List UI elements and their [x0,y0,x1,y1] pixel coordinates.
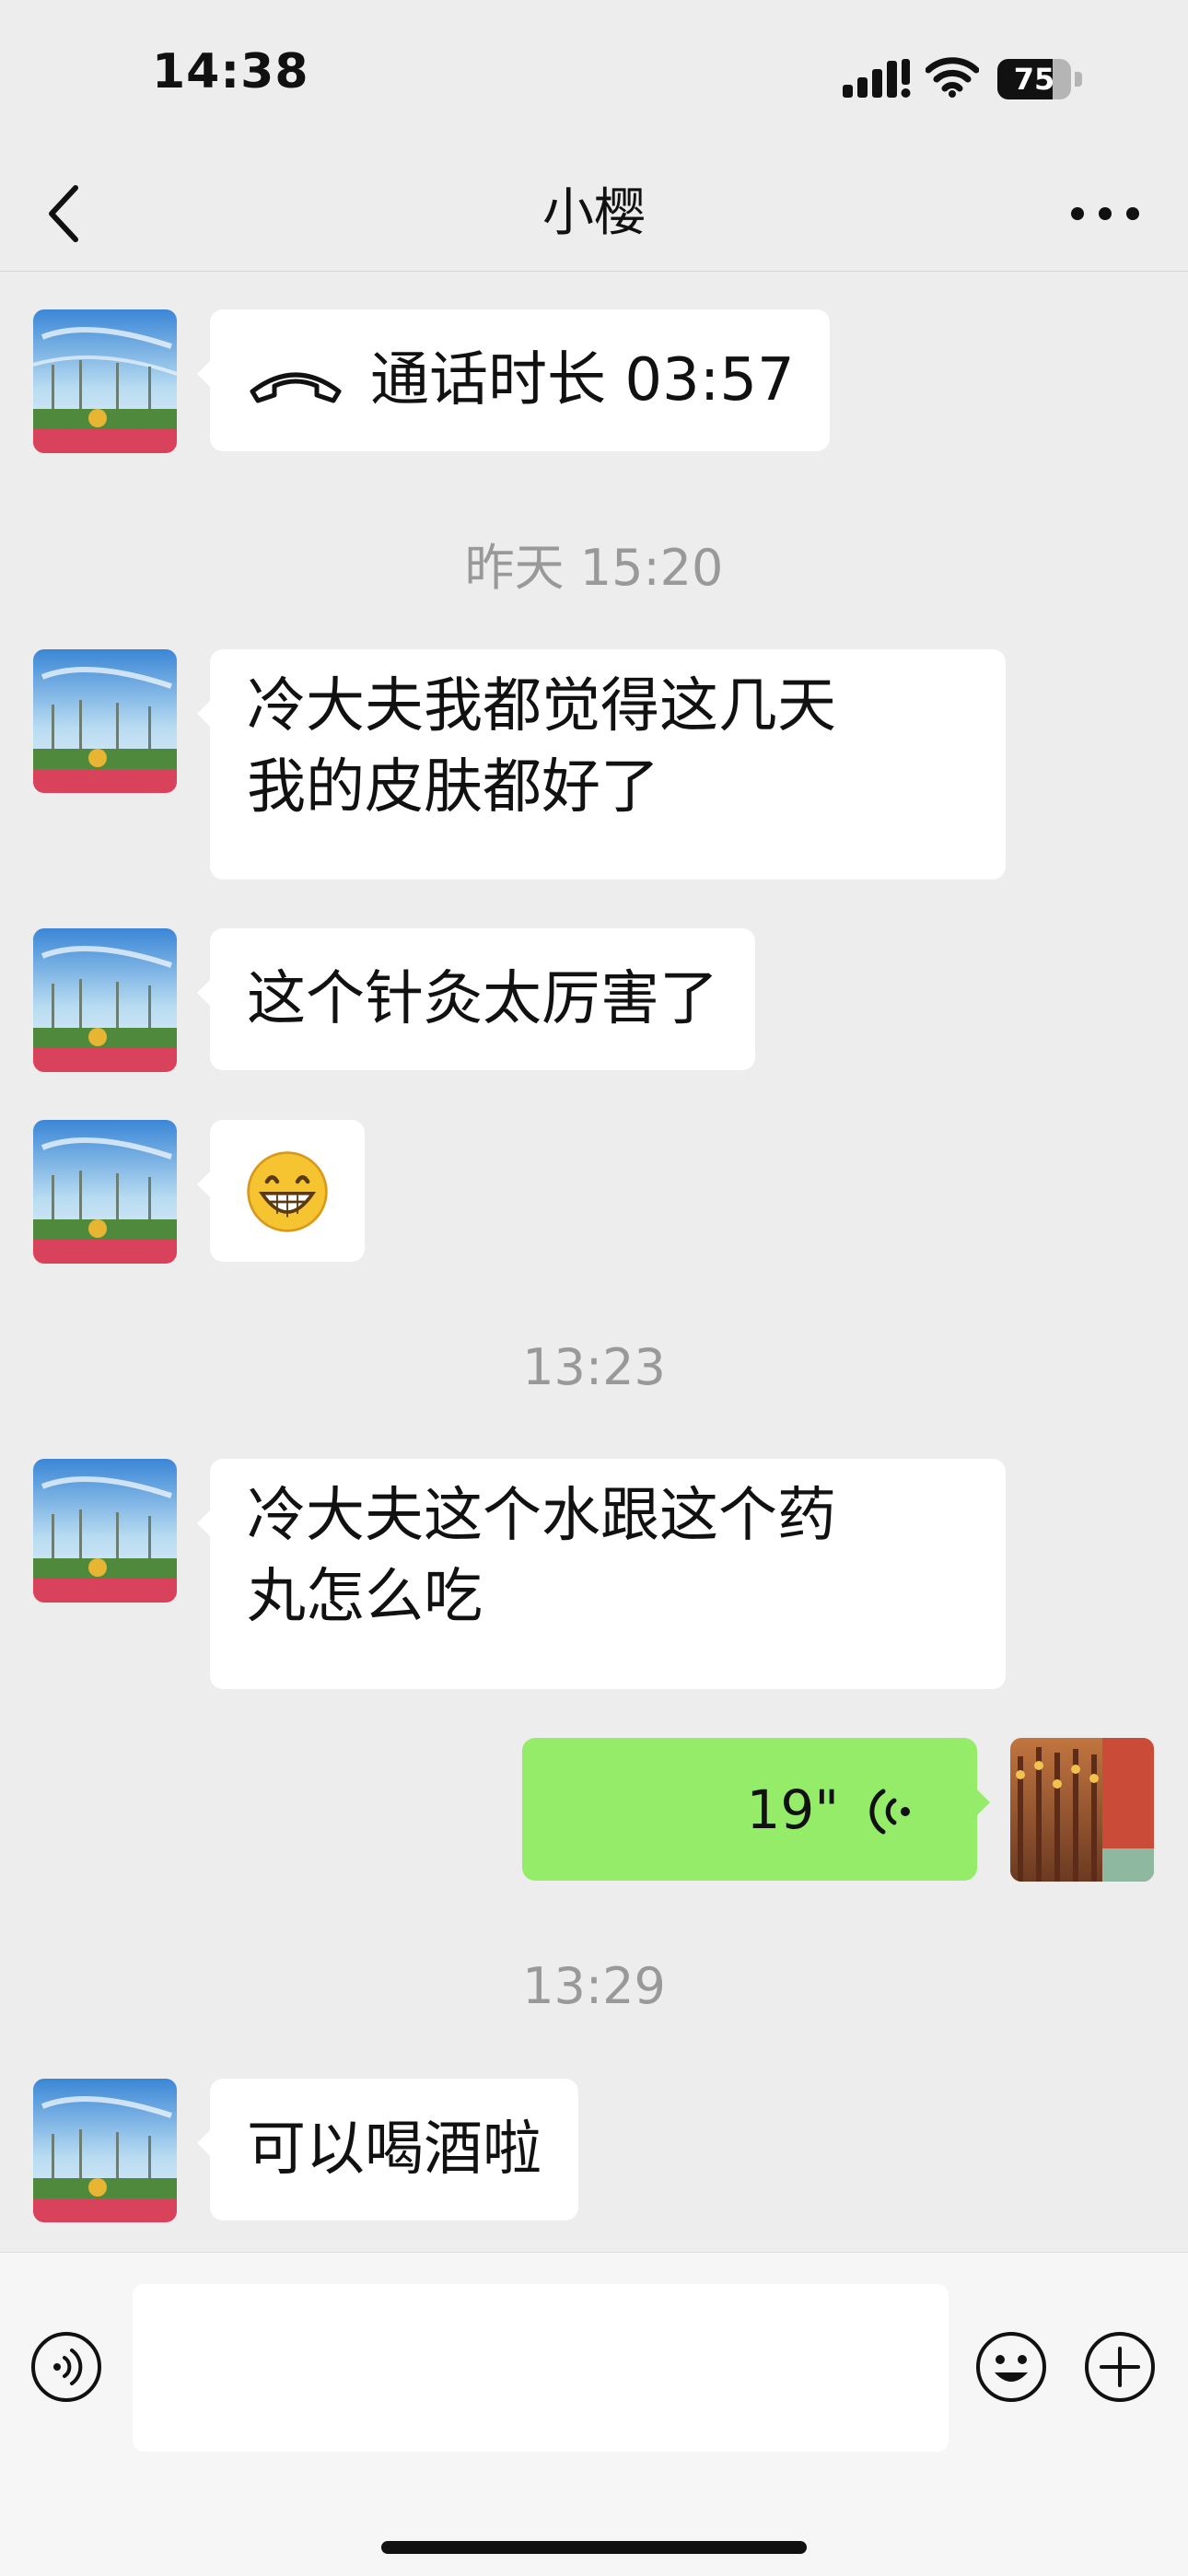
contact-avatar[interactable] [33,1459,177,1603]
wifi-icon [926,57,979,98]
message-text-line: 丸怎么吃 [247,1563,483,1631]
message-bubble[interactable]: 可以喝酒啦 [197,2079,578,2220]
message-bubble[interactable]: 这个针灸太厉害了 [197,928,755,1070]
message-text-line: 冷大夫我都觉得这几天 [247,672,836,740]
emoji-message-bubble[interactable] [197,1120,365,1262]
message-bubble[interactable]: 冷大夫我都觉得这几天 我的皮肤都好了 [197,649,1006,880]
message-text-line: 我的皮肤都好了 [247,753,659,822]
contact-avatar[interactable] [33,1120,177,1264]
message-text: 这个针灸太厉害了 [247,965,718,1033]
message-text: 可以喝酒啦 [247,2116,542,2184]
battery-level: 75 [1013,62,1055,97]
contact-avatar[interactable] [33,2079,177,2222]
plus-icon[interactable] [1083,2330,1157,2404]
call-record-bubble[interactable]: 通话时长 03:57 [197,309,830,451]
battery-icon: 75 [997,59,1082,99]
timestamp: 昨天 15:20 [464,539,724,597]
message-input[interactable] [133,2284,949,2452]
cellular-signal-icon [843,59,911,98]
grinning-face-emoji [247,1151,328,1232]
chat-header: 小樱 [0,157,1188,272]
timestamp: 13:29 [522,1957,666,2015]
my-avatar[interactable] [1010,1738,1154,1882]
voice-wave-icon [869,1789,910,1835]
timestamp: 13:23 [522,1338,666,1396]
status-time: 14:38 [152,44,309,99]
more-options-icon[interactable] [1068,193,1142,234]
emoji-icon[interactable] [974,2330,1048,2404]
status-bar: 14:38 75 [0,0,1188,157]
contact-avatar[interactable] [33,928,177,1072]
chat-input-bar [0,2252,1188,2576]
voice-duration: 19" [746,1778,839,1841]
contact-avatar[interactable] [33,309,177,453]
message-bubble[interactable]: 冷大夫这个水跟这个药 丸怎么吃 [197,1459,1006,1689]
voice-message-bubble[interactable]: 19" [522,1738,990,1881]
message-text-line: 冷大夫这个水跟这个药 [247,1482,836,1550]
voice-input-icon[interactable] [29,2330,103,2404]
phone-hangup-icon [250,373,342,403]
contact-avatar[interactable] [33,649,177,793]
chat-title: 小樱 [542,183,646,243]
call-duration-text: 通话时长 03:57 [370,346,795,414]
home-indicator[interactable] [381,2541,807,2554]
